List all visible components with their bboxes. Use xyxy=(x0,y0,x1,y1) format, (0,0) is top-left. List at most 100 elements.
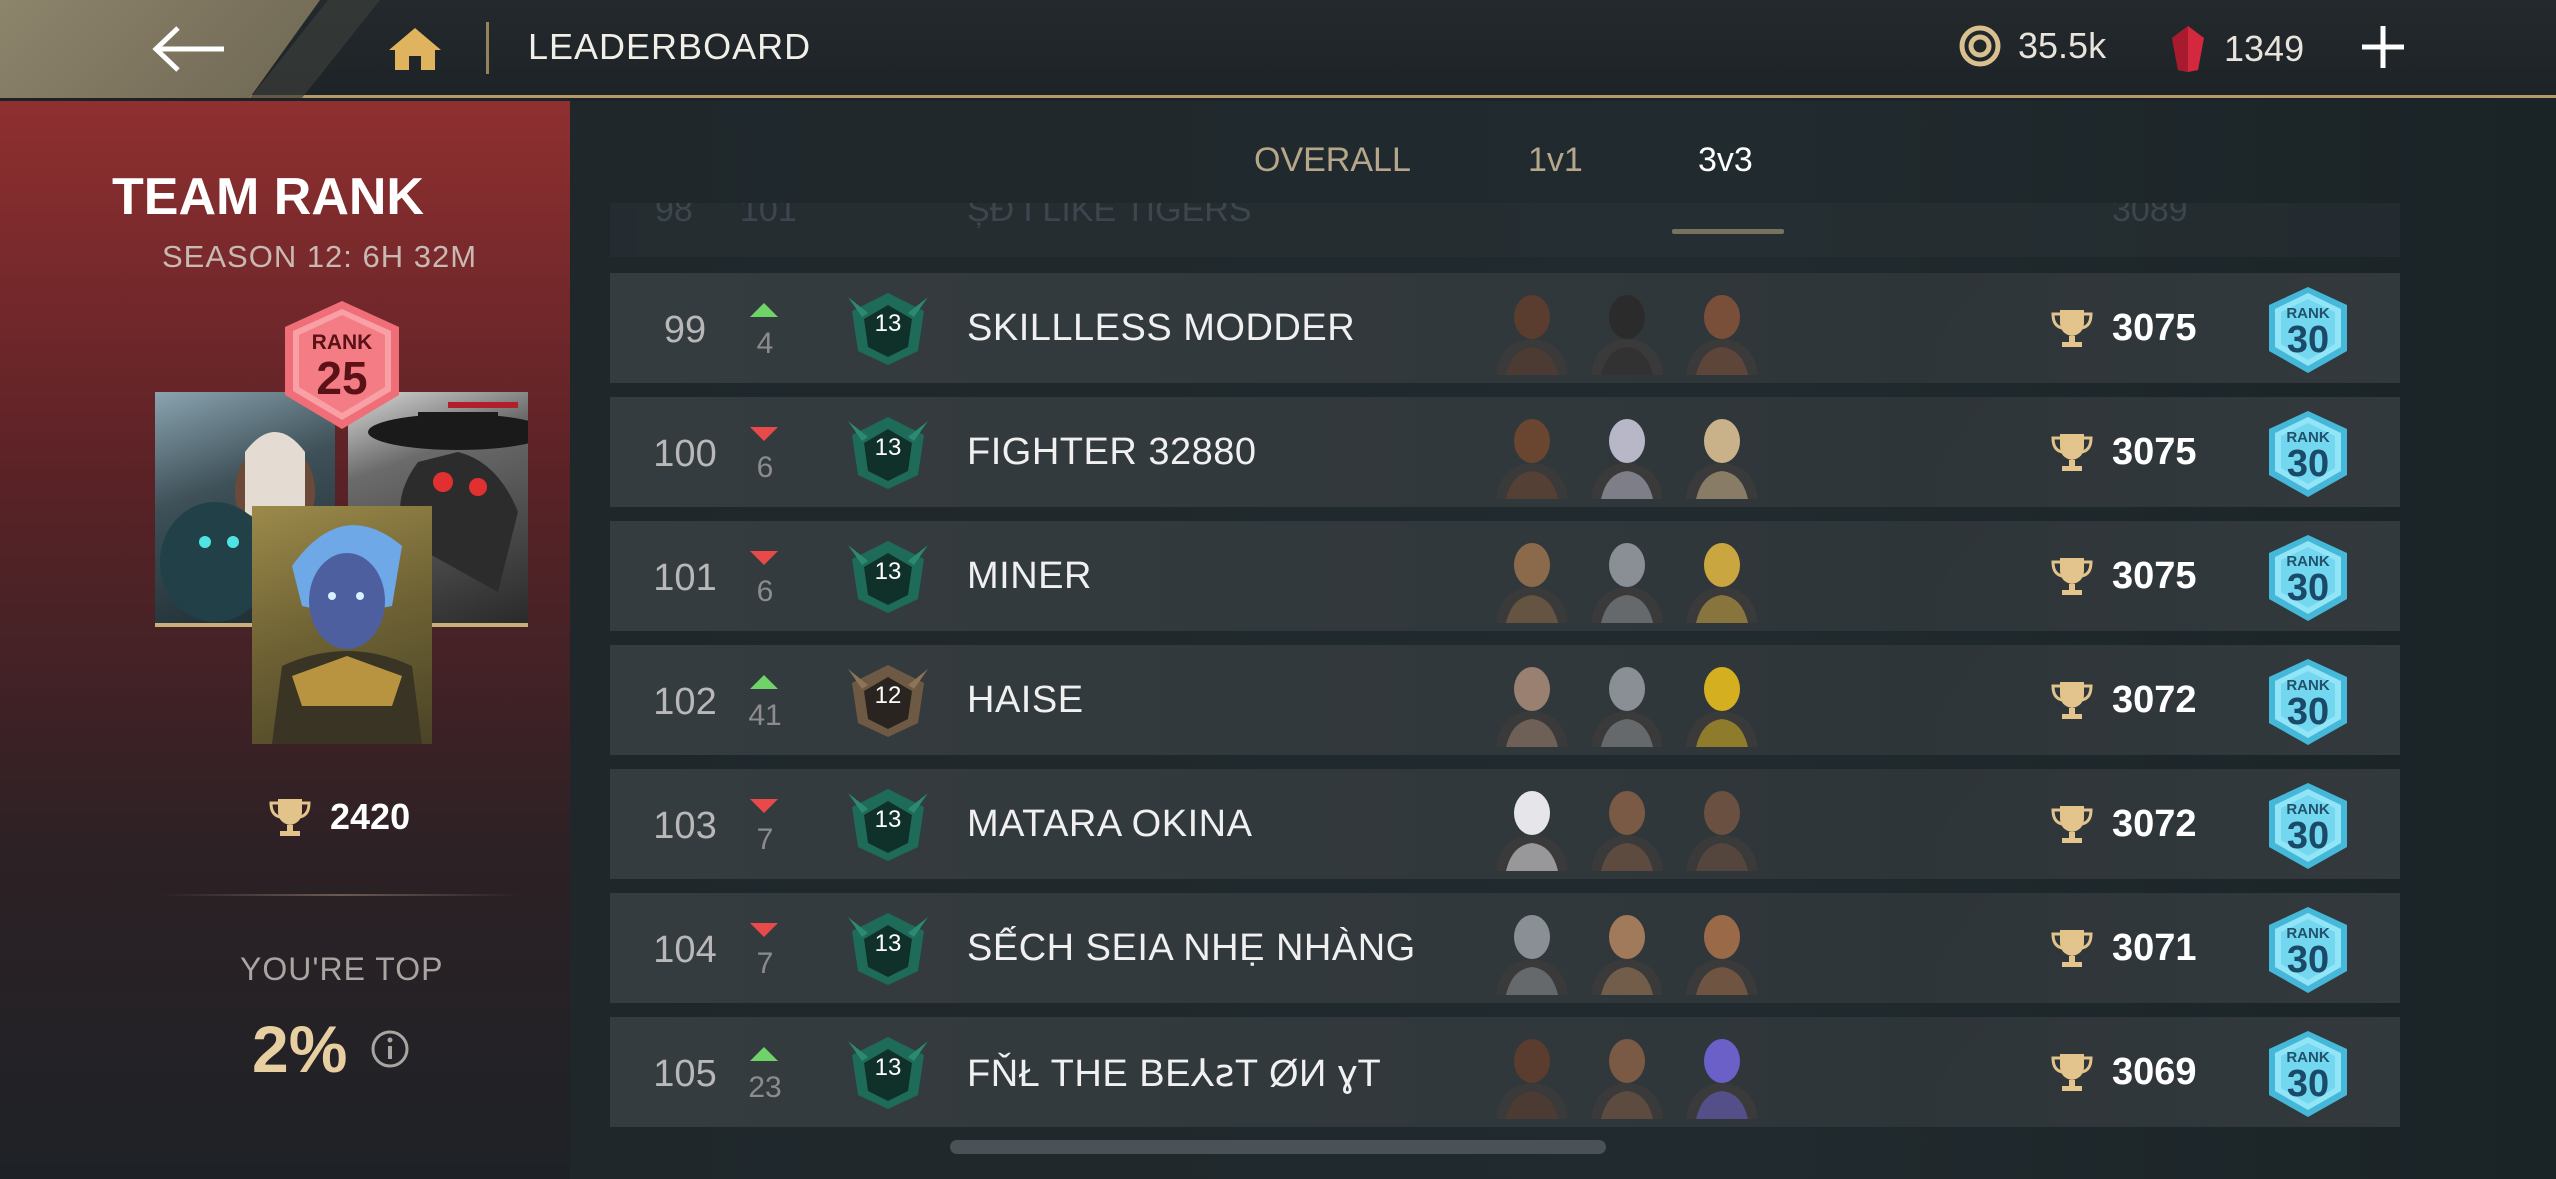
fighter-portrait xyxy=(1680,1027,1764,1119)
gems-counter[interactable]: 1349 xyxy=(2168,24,2304,74)
back-arrow-icon[interactable] xyxy=(150,22,230,76)
top-bar: LEADERBOARD 35.5k 1349 xyxy=(0,0,2556,98)
player-score: 3072 xyxy=(2112,679,2197,721)
table-row-partial[interactable]: 98 101 ȘĐ ΓLIKE TIGERS 3089 xyxy=(610,203,2400,257)
table-row[interactable]: 105 23 13 FŇŁ THE BE⅄ꙅT ØИ ɣT 3069 RANK … xyxy=(610,1017,2400,1127)
trophy-icon xyxy=(2051,558,2093,595)
league-rank-label: RANK xyxy=(2286,1049,2330,1066)
fighter-portrait xyxy=(1680,903,1764,995)
row-position: 98 xyxy=(655,203,693,229)
fighter-portrait xyxy=(1585,283,1669,375)
top-percent-value: 2% xyxy=(252,1012,348,1086)
player-score: 3071 xyxy=(2112,927,2197,969)
league-rank-value: 30 xyxy=(2286,939,2330,981)
tab-overall[interactable]: OVERALL xyxy=(1254,141,1411,180)
home-icon[interactable] xyxy=(385,22,445,76)
fighter-portrait xyxy=(1680,655,1764,747)
team-trophies: 2420 xyxy=(268,795,410,839)
trophy-icon xyxy=(269,799,311,836)
player-level: 13 xyxy=(874,434,902,461)
fighter-portrait xyxy=(1680,407,1764,499)
league-rank-value: 30 xyxy=(2286,319,2330,361)
player-score: 3075 xyxy=(2112,307,2197,349)
header-divider xyxy=(486,22,489,74)
table-row[interactable]: 100 6 13 FIGHTER 32880 3075 RANK 30 xyxy=(610,397,2400,507)
fighter-portrait xyxy=(1490,655,1574,747)
player-score: 3075 xyxy=(2112,431,2197,473)
fighter-portrait xyxy=(1680,283,1764,375)
trend-arrow-icon xyxy=(750,303,778,317)
fighter-portrait xyxy=(1490,1027,1574,1119)
league-rank-badge xyxy=(2269,1031,2347,1117)
row-change: 6 xyxy=(756,575,774,608)
player-level: 12 xyxy=(874,682,902,709)
gem-icon xyxy=(2172,26,2204,72)
league-rank-value: 30 xyxy=(2286,815,2330,857)
player-level: 13 xyxy=(874,558,902,585)
player-score: 3075 xyxy=(2112,555,2197,597)
player-level: 13 xyxy=(874,1054,902,1081)
panel-divider xyxy=(160,894,520,896)
fighter-portrait xyxy=(1680,779,1764,871)
team-trophies-value: 2420 xyxy=(330,796,411,837)
trend-arrow-icon xyxy=(750,427,778,441)
fighter-portrait xyxy=(1585,1027,1669,1119)
league-rank-value: 30 xyxy=(2286,443,2330,485)
trophy-icon xyxy=(2051,434,2093,471)
table-row[interactable]: 101 6 13 MINER 3075 RANK 30 xyxy=(610,521,2400,631)
trophy-icon xyxy=(2051,806,2093,843)
trend-arrow-icon xyxy=(750,551,778,565)
table-row[interactable]: 99 4 13 SKILLLESS MODDER 3075 RANK 30 xyxy=(610,273,2400,383)
team-portrait-center xyxy=(252,506,432,744)
page-title: LEADERBOARD xyxy=(528,26,812,67)
league-rank-label: RANK xyxy=(2286,553,2330,570)
coin-icon xyxy=(1959,25,2001,67)
trophy-icon xyxy=(2051,1054,2093,1091)
player-name: FŇŁ THE BE⅄ꙅT ØИ ɣT xyxy=(967,1053,1382,1095)
horizontal-scrollbar[interactable] xyxy=(950,1140,1606,1154)
tab-1v1[interactable]: 1v1 xyxy=(1528,141,1583,180)
mode-tabs: OVERALL 1v1 3v3 xyxy=(570,141,2556,234)
row-change: 23 xyxy=(748,1071,782,1104)
league-rank-badge xyxy=(2269,535,2347,621)
row-name: ȘĐ ΓLIKE TIGERS xyxy=(967,203,1252,229)
league-rank-value: 30 xyxy=(2286,691,2330,733)
coins-counter[interactable]: 35.5k xyxy=(1958,24,2106,68)
player-name: MINER xyxy=(967,555,1092,597)
table-row[interactable]: 102 41 12 HAISE 3072 RANK 30 xyxy=(610,645,2400,755)
row-change: 101 xyxy=(740,203,797,229)
tab-3v3[interactable]: 3v3 xyxy=(1698,141,1753,180)
fighter-portrait xyxy=(1490,407,1574,499)
row-change: 4 xyxy=(756,327,774,360)
league-rank-badge xyxy=(2269,287,2347,373)
player-name: FIGHTER 32880 xyxy=(967,431,1257,473)
player-name: SẾCH SEIA NHẸ NHÀNG xyxy=(967,927,1416,969)
league-rank-label: RANK xyxy=(2286,925,2330,942)
info-icon[interactable] xyxy=(370,1029,410,1069)
player-score: 3069 xyxy=(2112,1051,2197,1093)
table-row[interactable]: 104 7 13 SẾCH SEIA NHẸ NHÀNG 3071 RANK 3… xyxy=(610,893,2400,1003)
trophy-icon xyxy=(2051,930,2093,967)
league-rank-badge xyxy=(2269,783,2347,869)
league-rank-badge xyxy=(2269,659,2347,745)
trophy-icon xyxy=(2051,310,2093,347)
fighter-portrait xyxy=(1585,779,1669,871)
fighter-portrait xyxy=(1490,903,1574,995)
player-level: 13 xyxy=(874,930,902,957)
leaderboard-main: OVERALL 1v1 3v3 98 101 ȘĐ ΓLIKE TIGERS 3… xyxy=(570,101,2556,1179)
rank-badge-value: 25 xyxy=(316,352,368,404)
trend-arrow-icon xyxy=(750,675,778,689)
add-currency-plus-icon[interactable] xyxy=(2358,22,2408,72)
table-row[interactable]: 103 7 13 MATARA OKINA 3072 RANK 30 xyxy=(610,769,2400,879)
team-rank-badge: RANK 25 xyxy=(279,299,405,431)
player-level: 13 xyxy=(874,310,902,337)
league-rank-label: RANK xyxy=(2286,677,2330,694)
league-rank-label: RANK xyxy=(2286,429,2330,446)
trend-arrow-icon xyxy=(750,799,778,813)
player-name: HAISE xyxy=(967,679,1084,721)
league-rank-value: 30 xyxy=(2286,567,2330,609)
coins-value: 35.5k xyxy=(2018,25,2107,66)
trend-arrow-icon xyxy=(750,1047,778,1061)
trend-arrow-icon xyxy=(750,923,778,937)
row-change: 41 xyxy=(748,699,782,732)
